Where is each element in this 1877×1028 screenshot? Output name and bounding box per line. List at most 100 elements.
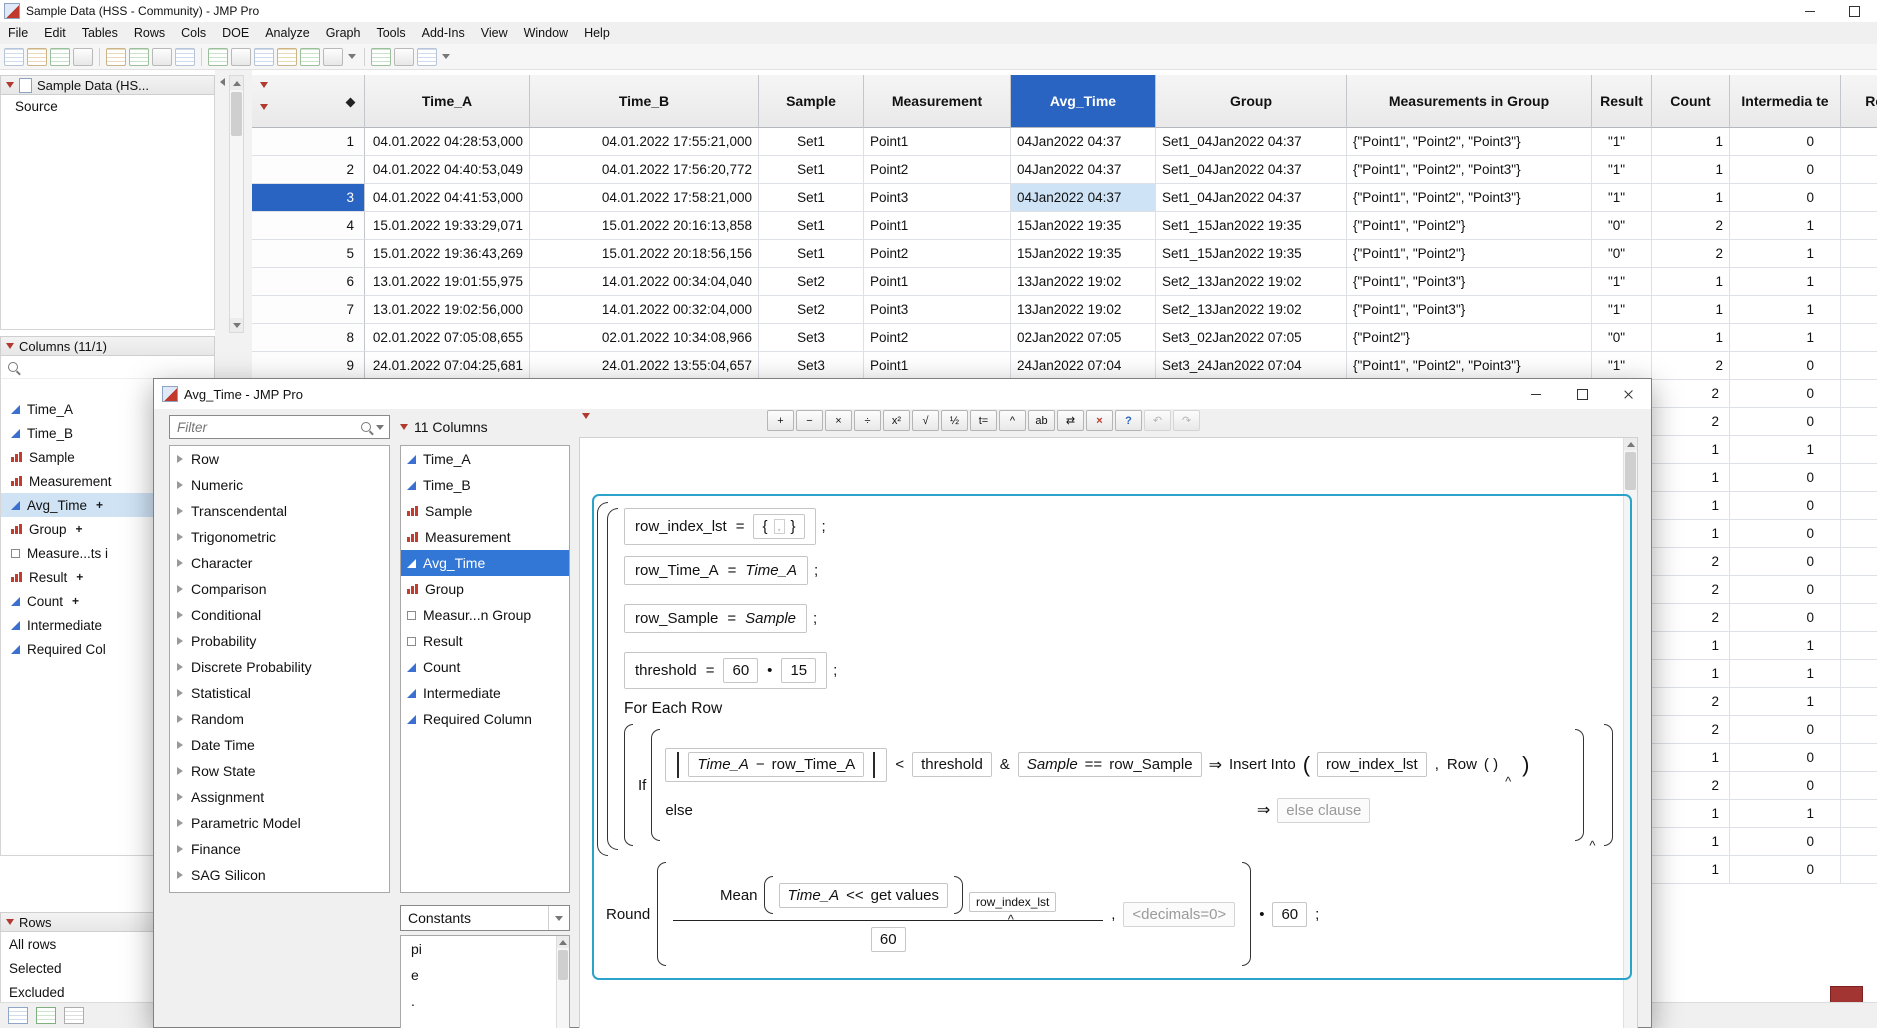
table-cell[interactable]: 2 (1652, 408, 1730, 436)
collapse-sidebar-icon[interactable] (220, 78, 225, 86)
table-cell[interactable] (1841, 660, 1877, 688)
table-cell[interactable]: 1 (1652, 324, 1730, 352)
equality-expression[interactable]: Sample == row_Sample (1018, 752, 1202, 777)
column-header-group[interactable]: Group (1156, 75, 1347, 128)
dialog-column-measur-n-group[interactable]: Measur...n Group (401, 602, 569, 628)
menu-item-graph[interactable]: Graph (318, 22, 369, 44)
for-each-row-keyword[interactable]: For Each Row (624, 700, 722, 718)
table-cell[interactable]: 02.01.2022 07:05:08,655 (365, 324, 530, 352)
table-cell[interactable]: 1 (1730, 240, 1841, 268)
function-category-sag-silicon[interactable]: SAG Silicon (170, 862, 389, 888)
table-cell[interactable]: Point1 (864, 268, 1011, 296)
column-reference[interactable]: Sample (745, 610, 796, 627)
column-header-avg-time[interactable]: Avg_Time (1011, 75, 1156, 128)
chevron-down-icon[interactable] (376, 425, 384, 430)
table-cell[interactable]: 24Jan2022 07:04 (1011, 352, 1156, 380)
assignment-expression[interactable]: threshold = 60 • 15 (624, 652, 827, 689)
table-cell[interactable]: "0" (1592, 212, 1652, 240)
expand-icon[interactable] (177, 741, 183, 749)
data-view-icon[interactable] (8, 1007, 28, 1024)
graph-builder-icon[interactable] (394, 48, 414, 66)
table-cell[interactable]: 0 (1730, 520, 1841, 548)
dialog-column-intermediate[interactable]: Intermediate (401, 680, 569, 706)
function-category-random[interactable]: Random (170, 706, 389, 732)
table-cell[interactable]: Point3 (864, 184, 1011, 212)
column-header-time-b[interactable]: Time_B (530, 75, 759, 128)
if-condition-row[interactable]: Time_A − row_Time_A < threshold & Sample (665, 748, 1570, 782)
table-cell[interactable]: 0 (1730, 492, 1841, 520)
table-cell[interactable]: 15.01.2022 19:33:29,071 (365, 212, 530, 240)
insert-button[interactable]: + (767, 410, 794, 431)
table-cell[interactable] (1841, 716, 1877, 744)
dialog-column-avg-time[interactable]: Avg_Time (401, 550, 569, 576)
table-cell[interactable]: 1 (1730, 212, 1841, 240)
table-cell[interactable]: 04.01.2022 04:28:53,000 (365, 128, 530, 156)
table-cell[interactable]: 24.01.2022 13:55:04,657 (530, 352, 759, 380)
expand-icon[interactable] (177, 455, 183, 463)
else-clause-placeholder[interactable]: else clause (1277, 798, 1370, 823)
table-cell[interactable]: Set1_15Jan2022 19:35 (1156, 212, 1347, 240)
decimals-placeholder[interactable]: <decimals=0> (1123, 902, 1235, 927)
table-cell[interactable]: 0 (1730, 772, 1841, 800)
table-cell[interactable]: 1 (1652, 296, 1730, 324)
fraction-button[interactable]: ½ (941, 410, 968, 431)
menu-item-tables[interactable]: Tables (74, 22, 126, 44)
menu-item-add-ins[interactable]: Add-Ins (414, 22, 473, 44)
expand-icon[interactable] (177, 533, 183, 541)
formula-statement[interactable]: threshold = 60 • 15 ; (624, 652, 837, 689)
variable-name[interactable]: threshold (912, 752, 992, 777)
column-header-count[interactable]: Count (1652, 75, 1730, 128)
table-cell[interactable]: 04.01.2022 17:56:20,772 (530, 156, 759, 184)
table-cell[interactable]: "1" (1592, 296, 1652, 324)
row-function[interactable]: Row (1447, 756, 1477, 773)
table-cell[interactable]: 1 (1652, 744, 1730, 772)
table-cell[interactable]: Set2_13Jan2022 19:02 (1156, 296, 1347, 324)
expand-icon[interactable] (177, 559, 183, 567)
function-category-assignment[interactable]: Assignment (170, 784, 389, 810)
table-cell[interactable]: 0 (1730, 464, 1841, 492)
function-category-finance[interactable]: Finance (170, 836, 389, 862)
dialog-column-time-a[interactable]: Time_A (401, 446, 569, 472)
columns-search-row[interactable] (1, 356, 214, 379)
round-expression[interactable]: Round Mean Time_A << get values (606, 862, 1320, 966)
table-cell[interactable]: 1 (1730, 660, 1841, 688)
table-cell[interactable]: Set2 (759, 296, 864, 324)
help-button[interactable]: ? (1115, 410, 1142, 431)
table-cell[interactable]: {"Point1", "Point2"} (1347, 240, 1592, 268)
subtraction-expression[interactable]: Time_A − row_Time_A (688, 752, 864, 777)
table-cell[interactable]: "1" (1592, 268, 1652, 296)
table-cell[interactable]: 0 (1730, 604, 1841, 632)
table-cell[interactable]: 0 (1730, 408, 1841, 436)
table-cell[interactable]: 2 (1652, 240, 1730, 268)
function-category-date-time[interactable]: Date Time (170, 732, 389, 758)
column-header-measurements-in-group[interactable]: Measurements in Group (1347, 75, 1592, 128)
red-triangle-menu-icon[interactable] (400, 424, 408, 430)
variable-name[interactable]: row_Time_A (635, 562, 719, 579)
function-category-numeric[interactable]: Numeric (170, 472, 389, 498)
constants-dropdown[interactable]: Constants (400, 905, 570, 931)
dialog-column-sample[interactable]: Sample (401, 498, 569, 524)
table-cell[interactable]: 1 (1652, 828, 1730, 856)
table-cell[interactable] (1841, 352, 1877, 380)
sidebar-scrollbar[interactable] (229, 75, 244, 333)
table-cell[interactable] (1841, 800, 1877, 828)
swap-terms-button[interactable]: ⇄ (1057, 410, 1084, 431)
paste-icon[interactable] (152, 48, 172, 66)
table-cell[interactable]: {"Point1", "Point2", "Point3"} (1347, 156, 1592, 184)
dialog-columns-header[interactable]: 11 Columns (400, 419, 488, 435)
column-header-sample[interactable]: Sample (759, 75, 864, 128)
table-cell[interactable]: 1 (1652, 520, 1730, 548)
menu-item-window[interactable]: Window (516, 22, 576, 44)
table-cell[interactable]: 15.01.2022 20:16:13,858 (530, 212, 759, 240)
table-cell[interactable]: 04Jan2022 04:37 (1011, 184, 1156, 212)
table-cell[interactable]: Set1 (759, 212, 864, 240)
function-filter-field[interactable] (169, 415, 390, 439)
table-cell[interactable]: 2 (1652, 772, 1730, 800)
dialog-column-group[interactable]: Group (401, 576, 569, 602)
function-category-row-state[interactable]: Row State (170, 758, 389, 784)
table-cell[interactable] (1841, 240, 1877, 268)
table-cell[interactable]: {"Point1", "Point2", "Point3"} (1347, 184, 1592, 212)
rows-menu-icon[interactable] (260, 82, 268, 88)
row-number-cell[interactable]: 5 (252, 240, 365, 268)
mean-keyword[interactable]: Mean (720, 887, 758, 904)
